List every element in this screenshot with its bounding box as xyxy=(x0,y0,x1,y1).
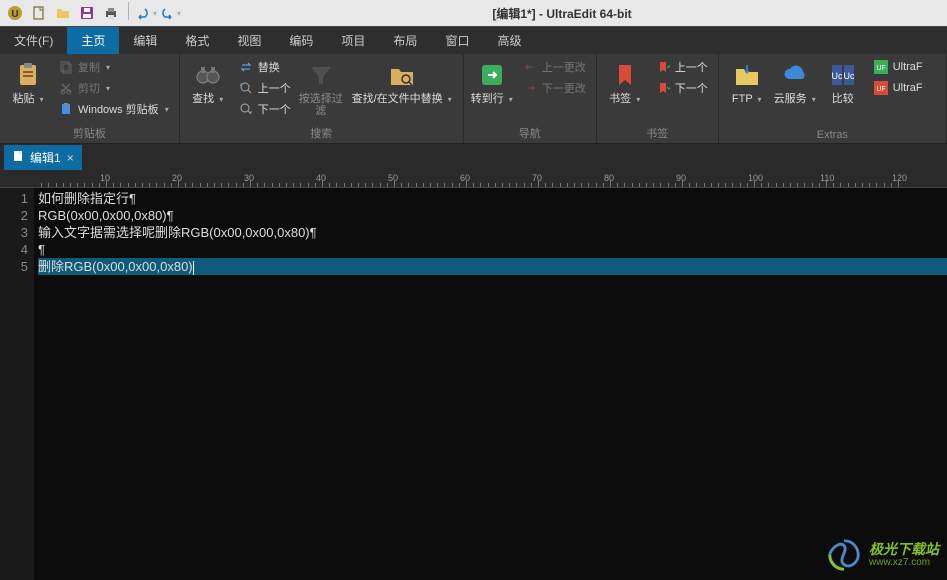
ribbon: 粘贴 ▾ 复制▾ 剪切▾ Windows 剪贴板▾ 剪贴板 查找 ▾ 替换 上一… xyxy=(0,54,947,144)
arrow-left-icon xyxy=(522,59,538,75)
document-tab-label: 编辑1 xyxy=(30,149,61,166)
line-gutter: 12345 xyxy=(0,188,34,580)
funnel-icon xyxy=(305,59,337,91)
svg-text:UF: UF xyxy=(876,65,885,72)
bookmark-down-icon xyxy=(655,80,671,96)
editor[interactable]: 12345 如何删除指定行¶RGB(0x00,0x00,0x80)¶输入文字据需… xyxy=(0,188,947,580)
app-icon[interactable]: U xyxy=(4,2,26,24)
cloud-icon xyxy=(779,59,811,91)
menu-tab-window[interactable]: 窗口 xyxy=(431,27,483,54)
code-line[interactable]: RGB(0x00,0x00,0x80)¶ xyxy=(38,207,947,224)
replace-button[interactable]: 替换 xyxy=(234,57,295,77)
menu-tab-home[interactable]: 主页 xyxy=(67,27,119,54)
save-icon[interactable] xyxy=(76,2,98,24)
document-tabs: 编辑1 × xyxy=(0,144,947,170)
ultraf1-button[interactable]: UFUltraF xyxy=(869,57,927,77)
svg-text:U: U xyxy=(11,9,18,20)
bookmark-icon xyxy=(609,59,641,91)
file-icon xyxy=(12,150,24,165)
code-line[interactable]: 输入文字据需选择呢删除RGB(0x00,0x00,0x80)¶ xyxy=(38,224,947,241)
find-next-button[interactable]: 下一个 xyxy=(234,99,295,119)
watermark-name: 极光下载站 xyxy=(869,542,939,557)
code-line[interactable]: ¶ xyxy=(38,241,947,258)
menu-tab-project[interactable]: 项目 xyxy=(327,27,379,54)
paste-icon xyxy=(12,59,44,91)
find-in-files-button[interactable]: 查找/在文件中替换 ▾ xyxy=(347,57,457,105)
compare-button[interactable]: UcUc 比较 xyxy=(821,57,865,105)
redo-icon[interactable]: ▾ xyxy=(159,2,181,24)
cut-button[interactable]: 剪切▾ xyxy=(54,78,173,98)
binoculars-icon xyxy=(192,59,224,91)
ribbon-group-bookmarks: 书签 ▾ 上一个 下一个 书签 xyxy=(597,54,719,143)
ruler: 102030405060708090100110120 xyxy=(0,170,947,188)
watermark-url: www.xz7.com xyxy=(869,557,939,568)
menu-tabs: 文件(F) 主页 编辑 格式 视图 编码 项目 布局 窗口 高级 xyxy=(0,26,947,54)
copy-button[interactable]: 复制▾ xyxy=(54,57,173,77)
svg-text:UF: UF xyxy=(876,86,885,93)
menu-tab-edit[interactable]: 编辑 xyxy=(119,27,171,54)
cloud-button[interactable]: 云服务 ▾ xyxy=(773,57,817,105)
open-file-icon[interactable] xyxy=(52,2,74,24)
goto-button[interactable]: 转到行 ▾ xyxy=(470,57,514,105)
ultraf2-button[interactable]: UFUltraF xyxy=(869,78,927,98)
copy-icon xyxy=(58,59,74,75)
menu-tab-format[interactable]: 格式 xyxy=(171,27,223,54)
filter-button[interactable]: 按选择过滤 xyxy=(299,57,343,117)
arrow-right-icon xyxy=(522,80,538,96)
menu-tab-advanced[interactable]: 高级 xyxy=(483,27,535,54)
code-line[interactable]: 删除RGB(0x00,0x00,0x80) xyxy=(38,258,947,275)
menu-tab-layout[interactable]: 布局 xyxy=(379,27,431,54)
folder-search-icon xyxy=(386,59,418,91)
find-prev-button[interactable]: 上一个 xyxy=(234,78,295,98)
clipboard-icon xyxy=(58,101,74,117)
watermark: 极光下载站 www.xz7.com xyxy=(825,536,939,574)
undo-icon[interactable]: ▾ xyxy=(135,2,157,24)
bookmark-up-icon xyxy=(655,59,671,75)
bookmark-next-button[interactable]: 下一个 xyxy=(651,78,712,98)
logo-icon xyxy=(825,536,863,574)
svg-text:Uc: Uc xyxy=(831,71,842,81)
goto-icon xyxy=(476,59,508,91)
prev-change-button[interactable]: 上一更改 xyxy=(518,57,590,77)
compare-icon: UcUc xyxy=(827,59,859,91)
window-title: [编辑1*] - UltraEdit 64-bit xyxy=(181,5,943,22)
find-button[interactable]: 查找 ▾ xyxy=(186,57,230,105)
prev-icon xyxy=(238,80,254,96)
new-file-icon[interactable] xyxy=(28,2,50,24)
menu-tab-view[interactable]: 视图 xyxy=(223,27,275,54)
print-icon[interactable] xyxy=(100,2,122,24)
menu-tab-encoding[interactable]: 编码 xyxy=(275,27,327,54)
svg-text:Uc: Uc xyxy=(843,71,854,81)
next-change-button[interactable]: 下一更改 xyxy=(518,78,590,98)
menu-tab-file[interactable]: 文件(F) xyxy=(0,27,67,54)
ribbon-group-extras: FTP ▾ 云服务 ▾ UcUc 比较 UFUltraF UFUltraF Ex… xyxy=(719,54,947,143)
code-area[interactable]: 如何删除指定行¶RGB(0x00,0x00,0x80)¶输入文字据需选择呢删除R… xyxy=(34,188,947,580)
bookmark-prev-button[interactable]: 上一个 xyxy=(651,57,712,77)
title-bar: U ▾ ▾ [编辑1*] - UltraEdit 64-bit xyxy=(0,0,947,26)
ribbon-group-search: 查找 ▾ 替换 上一个 下一个 按选择过滤 查找/在文件中替换 ▾ 搜索 xyxy=(180,54,464,143)
replace-icon xyxy=(238,59,254,75)
paste-button[interactable]: 粘贴 ▾ xyxy=(6,57,50,105)
document-tab[interactable]: 编辑1 × xyxy=(4,145,82,170)
code-line[interactable]: 如何删除指定行¶ xyxy=(38,190,947,207)
ribbon-group-clipboard: 粘贴 ▾ 复制▾ 剪切▾ Windows 剪贴板▾ 剪贴板 xyxy=(0,54,180,143)
close-tab-icon[interactable]: × xyxy=(67,151,74,165)
cut-icon xyxy=(58,80,74,96)
windows-clipboard-button[interactable]: Windows 剪贴板▾ xyxy=(54,99,173,119)
ribbon-group-nav: 转到行 ▾ 上一更改 下一更改 导航 xyxy=(464,54,597,143)
ftp-icon xyxy=(731,59,763,91)
bookmark-button[interactable]: 书签 ▾ xyxy=(603,57,647,105)
ftp-button[interactable]: FTP ▾ xyxy=(725,57,769,105)
next-icon xyxy=(238,101,254,117)
